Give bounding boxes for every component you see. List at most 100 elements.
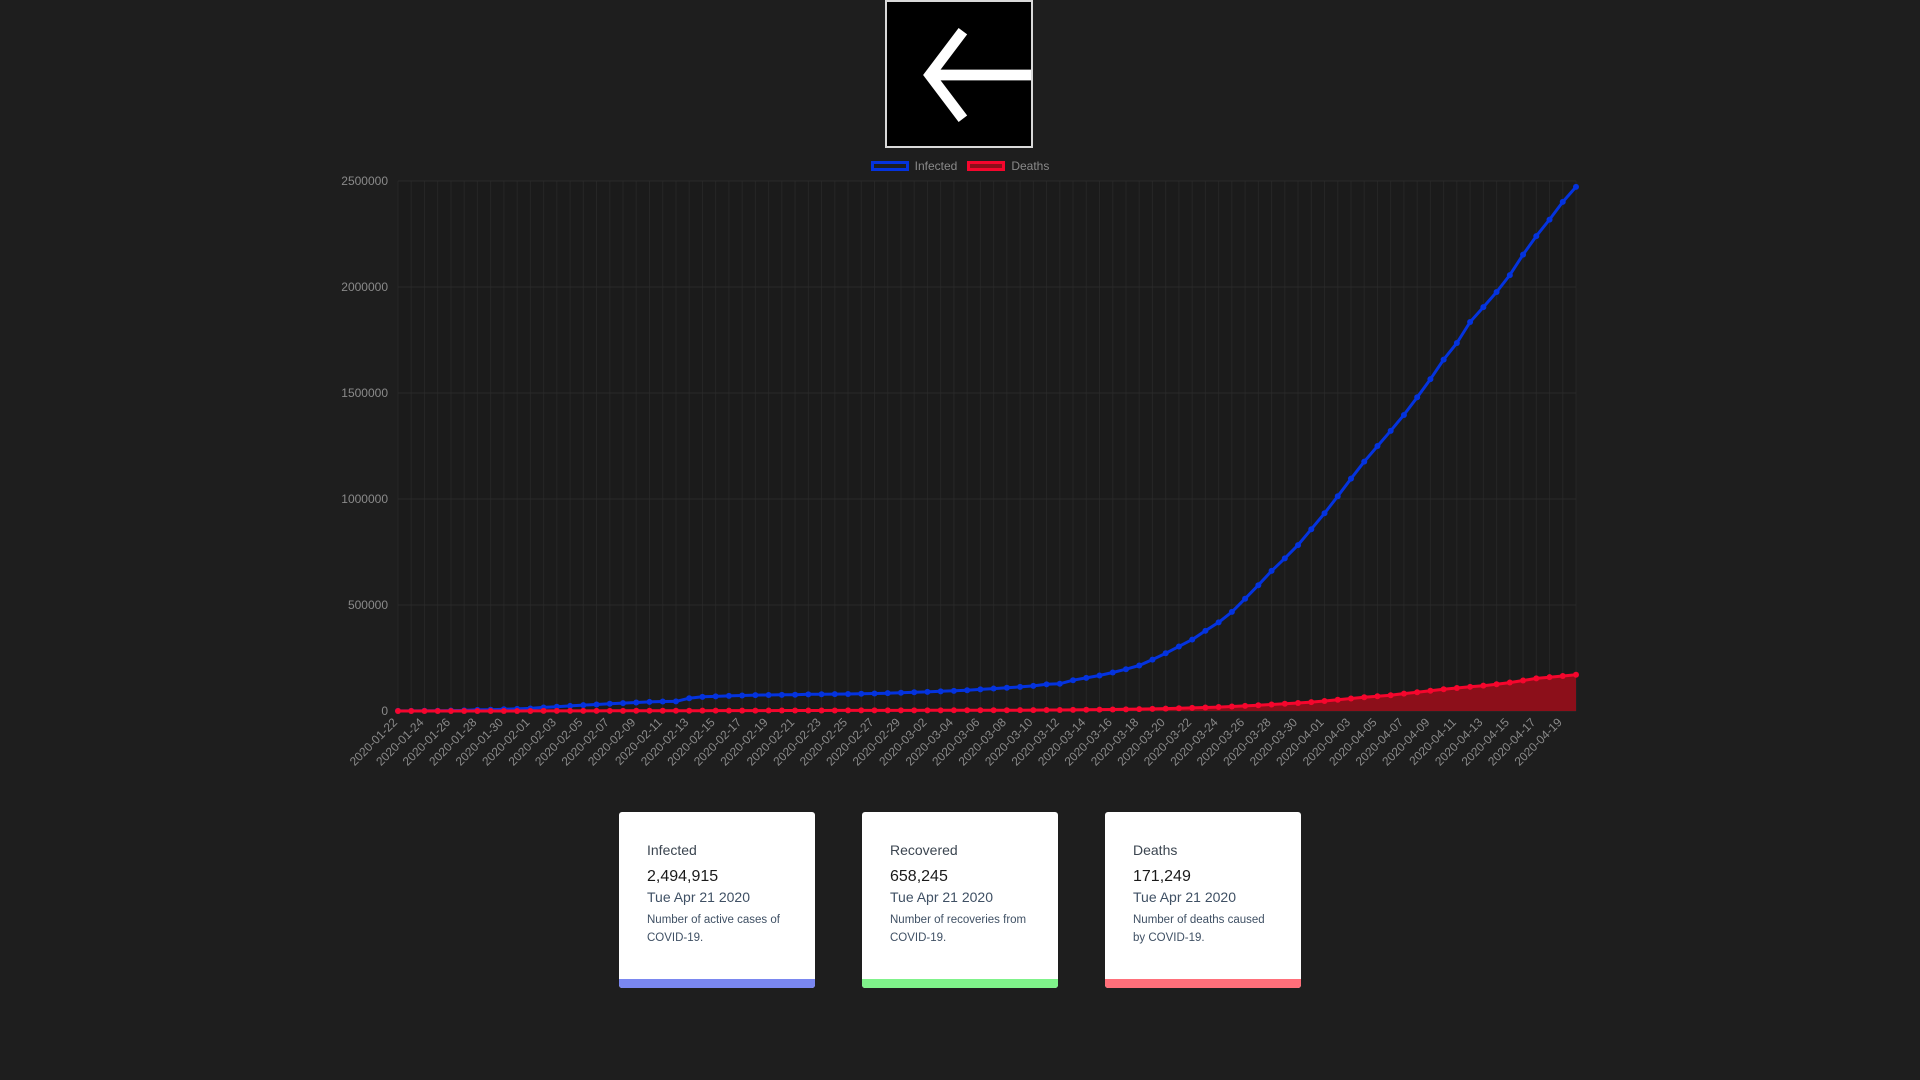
data-point-infected	[1467, 319, 1474, 326]
data-point-infected	[1043, 681, 1050, 688]
data-point-infected	[1149, 656, 1156, 663]
data-point-deaths	[765, 707, 772, 714]
data-point-deaths	[1440, 686, 1447, 693]
data-point-deaths	[1506, 679, 1513, 686]
data-point-infected	[1242, 595, 1249, 602]
data-point-deaths	[633, 707, 640, 714]
data-point-infected	[1520, 251, 1527, 258]
data-point-deaths	[1162, 705, 1169, 712]
y-tick-label: 500000	[348, 598, 388, 612]
data-point-deaths	[487, 707, 494, 714]
data-point-deaths	[990, 707, 997, 714]
data-point-deaths	[739, 707, 746, 714]
data-point-infected	[950, 687, 957, 694]
data-point-deaths	[725, 707, 732, 714]
data-point-infected	[1162, 650, 1169, 657]
data-point-deaths	[500, 707, 507, 714]
data-point-infected	[1414, 394, 1421, 401]
data-point-infected	[1361, 458, 1368, 465]
data-point-infected	[911, 689, 918, 696]
data-point-deaths	[950, 707, 957, 714]
data-point-deaths	[792, 707, 799, 714]
data-point-infected	[1228, 608, 1235, 615]
data-point-infected	[937, 688, 944, 695]
data-point-infected	[620, 700, 627, 707]
line-chart: 050000010000001500000200000025000002020-…	[341, 174, 1579, 769]
plot-area	[398, 181, 1576, 711]
data-point-deaths	[1268, 701, 1275, 708]
data-point-infected	[1374, 443, 1381, 450]
data-point-infected	[686, 695, 693, 702]
data-point-deaths	[461, 707, 468, 714]
data-point-infected	[884, 690, 891, 697]
data-point-infected	[1506, 272, 1513, 279]
data-point-deaths	[1334, 696, 1341, 703]
card-title: Infected	[647, 842, 697, 858]
data-point-infected	[712, 693, 719, 700]
y-tick-label: 0	[381, 704, 388, 718]
data-point-deaths	[1361, 694, 1368, 701]
data-point-deaths	[421, 707, 428, 714]
y-tick-label: 2500000	[341, 174, 388, 188]
data-point-deaths	[1030, 707, 1037, 714]
card-value: 171,249	[1133, 868, 1191, 885]
data-point-deaths	[646, 707, 653, 714]
data-point-deaths	[593, 707, 600, 714]
data-point-deaths	[977, 707, 984, 714]
data-point-infected	[580, 702, 587, 709]
y-tick-label: 2000000	[341, 280, 388, 294]
data-point-deaths	[474, 707, 481, 714]
data-point-deaths	[1533, 675, 1540, 682]
data-point-deaths	[1096, 706, 1103, 713]
data-point-deaths	[1149, 705, 1156, 712]
card-title: Deaths	[1133, 842, 1178, 858]
data-point-infected	[977, 686, 984, 693]
data-point-infected	[924, 688, 931, 695]
data-point-deaths	[1202, 704, 1209, 711]
data-point-infected	[1334, 493, 1341, 500]
y-tick-label: 1000000	[341, 492, 388, 506]
data-point-infected	[633, 699, 640, 706]
data-point-infected	[1533, 233, 1540, 240]
data-point-deaths	[1467, 683, 1474, 690]
data-point-deaths	[752, 707, 759, 714]
data-point-infected	[1400, 411, 1407, 418]
data-point-deaths	[447, 707, 454, 714]
data-point-deaths	[778, 707, 785, 714]
data-point-deaths	[1109, 706, 1116, 713]
data-point-deaths	[1017, 707, 1024, 714]
data-point-deaths	[911, 707, 918, 714]
data-point-infected	[1453, 340, 1460, 347]
data-point-infected	[1559, 198, 1566, 205]
data-point-deaths	[1242, 702, 1249, 709]
data-point-deaths	[553, 707, 560, 714]
data-point-infected	[1268, 567, 1275, 574]
data-point-deaths	[567, 707, 574, 714]
data-point-infected	[1136, 662, 1143, 669]
data-point-infected	[1573, 183, 1579, 190]
data-point-deaths	[514, 707, 521, 714]
data-point-infected	[1295, 542, 1302, 549]
data-point-deaths	[408, 707, 415, 714]
data-point-deaths	[964, 707, 971, 714]
data-point-infected	[646, 698, 653, 705]
card-value: 2,494,915	[647, 868, 719, 885]
data-point-infected	[990, 685, 997, 692]
data-point-infected	[1347, 475, 1354, 482]
data-point-infected	[805, 691, 812, 698]
data-point-infected	[752, 692, 759, 699]
data-point-deaths	[1215, 704, 1222, 711]
data-point-deaths	[1493, 681, 1500, 688]
data-point-deaths	[1347, 695, 1354, 702]
data-point-deaths	[1228, 703, 1235, 710]
card-date: Tue Apr 21 2020	[890, 889, 994, 905]
data-point-infected	[1189, 636, 1196, 643]
data-point-deaths	[818, 707, 825, 714]
card-description: Number of active cases of COVID-19.	[647, 914, 780, 944]
data-point-deaths	[434, 707, 441, 714]
data-point-infected	[897, 689, 904, 696]
data-point-infected	[1321, 510, 1328, 517]
card-value: 658,245	[890, 868, 948, 885]
summary-cards: Infected 2,494,915 Tue Apr 21 2020 Numbe…	[0, 812, 1920, 988]
data-point-infected	[593, 701, 600, 708]
